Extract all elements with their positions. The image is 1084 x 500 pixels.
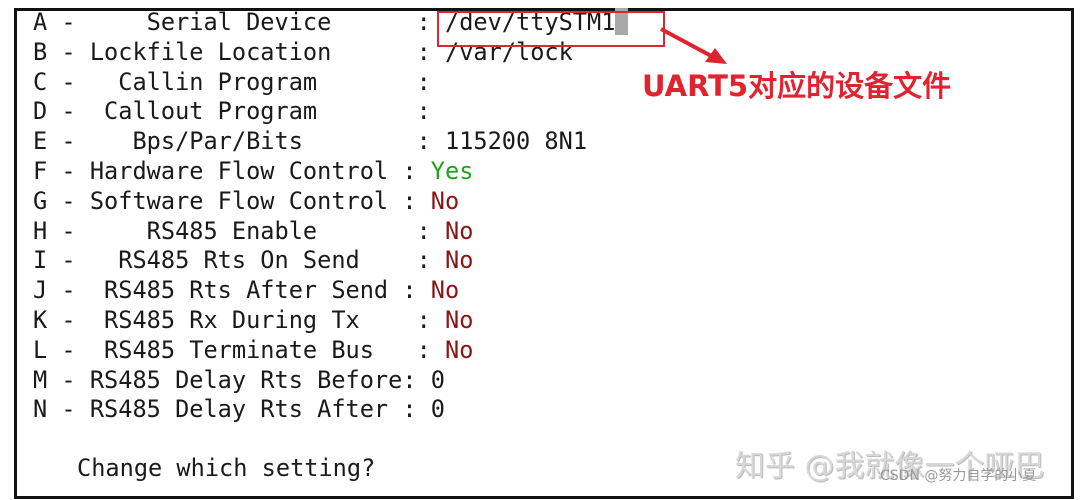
setting-row-d[interactable]: D - Callout Program : — [33, 97, 628, 127]
setting-label: Bps/Par/Bits — [89, 127, 417, 156]
setting-label: Lockfile Location — [89, 37, 417, 66]
setting-row-l[interactable]: L - RS485 Terminate Bus : No — [33, 336, 628, 366]
prompt-label: Change which setting? — [77, 454, 376, 482]
setting-row-h[interactable]: H - RS485 Enable : No — [33, 217, 628, 247]
setting-key: A — [33, 8, 48, 36]
annotation-text: UART5对应的设备文件 — [642, 69, 952, 103]
settings-list: A - Serial Device : /dev/ttySTM1 B - Lock… — [33, 8, 629, 425]
setting-row-i[interactable]: I - RS485 Rts On Send : No — [33, 246, 628, 276]
setting-value: 115200 8N1 — [444, 127, 588, 156]
setting-value: No — [444, 246, 474, 275]
setting-label: Callin Program — [89, 67, 417, 96]
setting-row-c[interactable]: C - Callin Program : — [33, 68, 628, 98]
setting-value: Yes — [430, 156, 474, 185]
setting-label: RS485 Delay Rts After — [89, 395, 403, 424]
setting-key: L — [33, 335, 48, 364]
setting-key: G — [33, 186, 48, 215]
setting-label: Callout Program — [89, 97, 417, 126]
setting-key: I — [33, 246, 48, 275]
serial-device-highlight-box — [437, 11, 665, 47]
setting-label: Software Flow Control — [89, 186, 403, 215]
setting-row-j[interactable]: J - RS485 Rts After Send : No — [33, 276, 628, 306]
setting-label: RS485 Rts After Send — [89, 276, 403, 305]
terminal-window: A - Serial Device : /dev/ttySTM1 B - Lock… — [14, 8, 1074, 499]
setting-key: J — [33, 276, 48, 305]
setting-value: No — [444, 305, 474, 334]
setting-key: K — [33, 305, 48, 334]
setting-label: RS485 Rx During Tx — [89, 305, 417, 334]
setting-key: B — [33, 37, 48, 66]
setting-row-e[interactable]: E - Bps/Par/Bits : 115200 8N1 — [33, 127, 628, 157]
setting-key: E — [33, 127, 48, 156]
setting-label: RS485 Rts On Send — [89, 246, 417, 275]
setting-value: 0 — [430, 395, 445, 424]
setting-label: RS485 Delay Rts Before — [89, 365, 403, 394]
setting-label: RS485 Terminate Bus — [89, 335, 417, 364]
setting-label: RS485 Enable — [89, 216, 417, 245]
setting-row-k[interactable]: K - RS485 Rx During Tx : No — [33, 306, 628, 336]
setting-key: H — [33, 216, 48, 245]
setting-label: Serial Device — [89, 8, 417, 36]
prompt-text: Change which setting? — [77, 454, 375, 484]
setting-key: D — [33, 97, 48, 126]
setting-value: No — [430, 276, 460, 305]
setting-row-f[interactable]: F - Hardware Flow Control : Yes — [33, 157, 628, 187]
setting-value: No — [430, 186, 460, 215]
setting-key: M — [33, 365, 48, 394]
setting-label: Hardware Flow Control — [89, 156, 403, 185]
setting-value: No — [444, 216, 474, 245]
setting-row-m[interactable]: M - RS485 Delay Rts Before: 0 — [33, 366, 628, 396]
setting-value: 0 — [430, 365, 445, 394]
setting-row-n[interactable]: N - RS485 Delay Rts After : 0 — [33, 395, 628, 425]
setting-row-g[interactable]: G - Software Flow Control : No — [33, 187, 628, 217]
setting-value: No — [444, 335, 474, 364]
setting-key: F — [33, 156, 48, 185]
setting-key: N — [33, 395, 48, 424]
setting-key: C — [33, 67, 48, 96]
csdn-watermark: CSDN @努力自学的小夏 — [880, 468, 1037, 484]
